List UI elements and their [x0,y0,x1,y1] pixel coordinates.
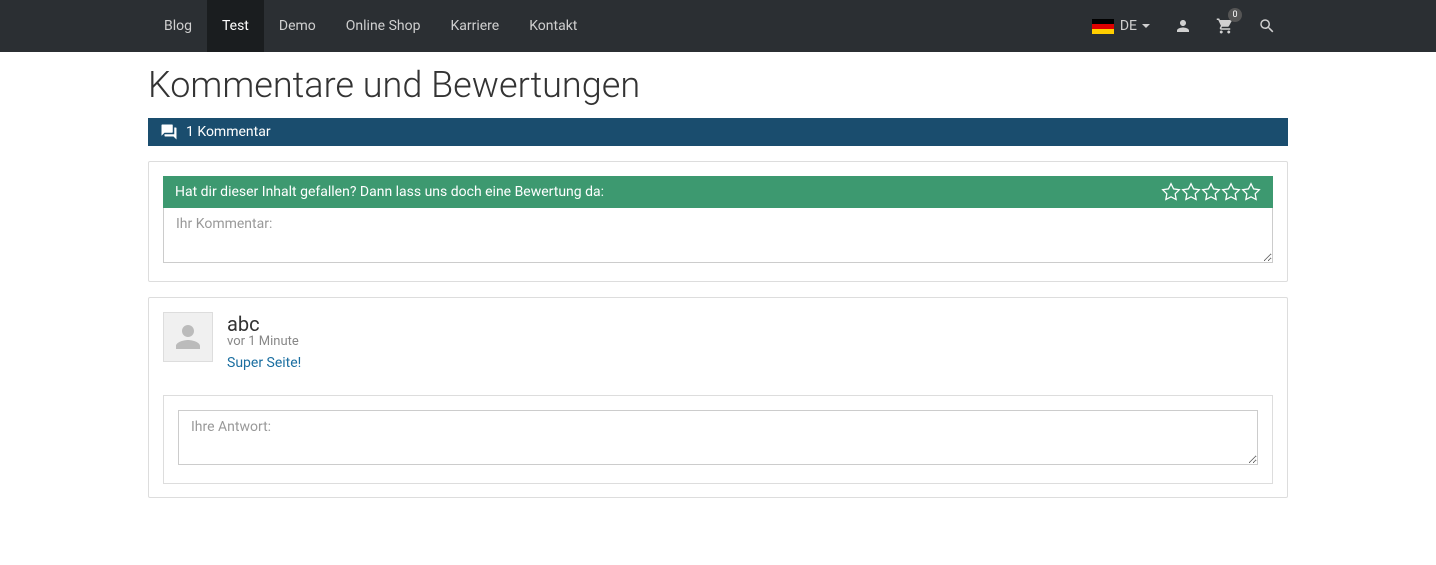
comment-count-header: 1 Kommentar [148,118,1288,146]
comment-text: Super Seite! [227,355,1273,371]
content-wrapper: Kommentare und Bewertungen 1 Kommentar H… [0,64,1436,498]
comment-body: abc vor 1 Minute Super Seite! [227,312,1273,371]
search-button[interactable] [1246,0,1288,52]
search-icon [1258,17,1276,35]
nav-item-kontakt[interactable]: Kontakt [514,0,592,52]
star-2[interactable] [1181,182,1201,202]
rating-panel: Hat dir dieser Inhalt gefallen? Dann las… [148,161,1288,282]
nav-item-blog[interactable]: Blog [0,0,207,52]
language-label: DE [1120,18,1137,34]
section-title: Kommentare und Bewertungen [148,64,1288,106]
comments-icon [160,123,178,141]
cart-button[interactable]: 0 [1204,0,1246,52]
comment-input[interactable] [163,208,1273,263]
nav-item-test[interactable]: Test [207,0,264,52]
comment-count-label: 1 Kommentar [186,124,271,140]
star-1[interactable] [1161,182,1181,202]
language-selector[interactable]: DE [1080,18,1162,34]
comment-time: vor 1 Minute [227,334,1273,349]
rating-prompt: Hat dir dieser Inhalt gefallen? Dann las… [175,184,604,200]
chevron-down-icon [1142,24,1150,28]
user-button[interactable] [1162,0,1204,52]
flag-de-icon [1092,19,1114,34]
comment-item: abc vor 1 Minute Super Seite! [163,312,1273,371]
star-4[interactable] [1221,182,1241,202]
comment-panel: abc vor 1 Minute Super Seite! [148,297,1288,498]
cart-badge: 0 [1228,8,1242,22]
nav-item-demo[interactable]: Demo [264,0,331,52]
comment-author: abc [227,312,1273,336]
navbar-right: DE 0 [1080,0,1436,52]
nav-item-online-shop[interactable]: Online Shop [331,0,436,52]
rating-bar: Hat dir dieser Inhalt gefallen? Dann las… [163,176,1273,208]
star-3[interactable] [1201,182,1221,202]
navbar: Blog Test Demo Online Shop Karriere Kont… [0,0,1436,52]
avatar-placeholder-icon [170,319,206,355]
avatar [163,312,213,362]
reply-input[interactable] [178,410,1258,465]
star-5[interactable] [1241,182,1261,202]
nav-item-karriere[interactable]: Karriere [435,0,514,52]
reply-panel [163,395,1273,484]
navbar-left: Blog Test Demo Online Shop Karriere Kont… [0,0,592,52]
user-icon [1174,17,1192,35]
rating-stars [1161,182,1261,202]
